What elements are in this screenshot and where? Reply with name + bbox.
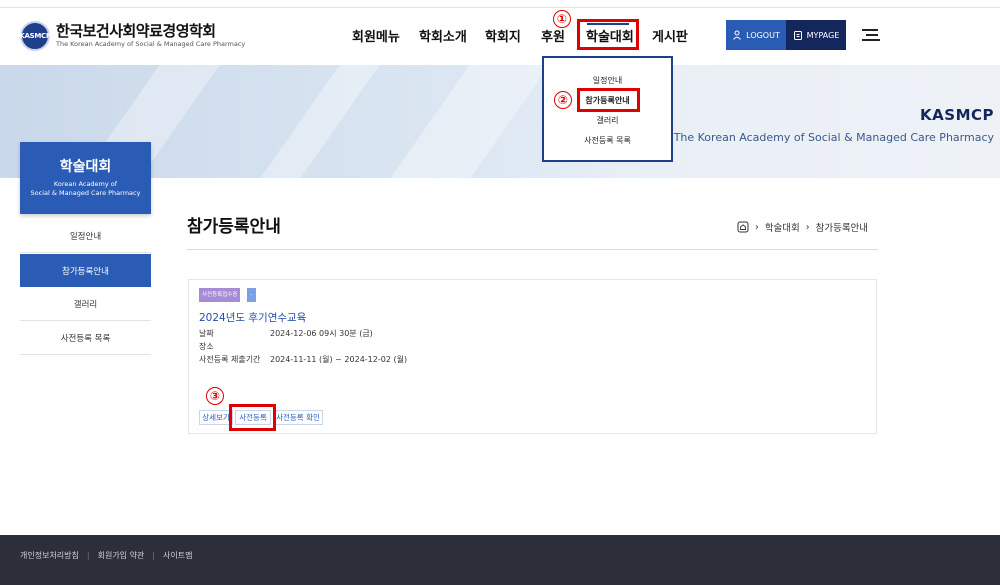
dropdown-item-schedule[interactable]: 일정안내 (544, 75, 671, 86)
registration-highlight-box (577, 88, 640, 112)
status-badge: 사전등록접수중 (199, 288, 241, 302)
nav-item-board[interactable]: 게시판 (652, 26, 688, 45)
sidebar-header: 학술대회 Korean Academy of Social & Managed … (20, 142, 151, 214)
date-value: 2024-12-06 09시 30분 (금) (270, 329, 373, 338)
footer-link-terms[interactable]: 회원가입 약관 (98, 550, 145, 561)
home-icon[interactable] (737, 221, 749, 233)
top-border (0, 0, 1000, 8)
sidebar-subtitle-line2: Social & Managed Care Pharmacy (30, 189, 141, 197)
badge-extra: - (247, 288, 256, 302)
conference-dropdown: 일정안내 참가등록안내 갤러리 사전등록 목록 (542, 56, 673, 162)
sidebar-subtitle-line1: Korean Academy of (53, 180, 118, 188)
clipboard-icon (793, 31, 802, 40)
chevron-right-icon: › (755, 221, 759, 233)
logout-button[interactable]: LOGOUT (726, 20, 786, 50)
breadcrumb-item[interactable]: 학술대회 (765, 220, 800, 234)
footer-link-sitemap[interactable]: 사이트맵 (163, 550, 192, 561)
banner-stripe (260, 65, 380, 178)
place-label: 장소 (199, 342, 214, 351)
sidebar-item-schedule[interactable]: 일정안내 (20, 220, 151, 253)
detail-button[interactable]: 상세보기 (199, 410, 233, 425)
conference-highlight-box (577, 19, 639, 50)
footer-link-privacy[interactable]: 개인정보처리방침 (20, 550, 79, 561)
active-underline (587, 23, 629, 25)
sidebar-item-gallery[interactable]: 갤러리 (20, 288, 151, 321)
footer-links: 개인정보처리방침 | 회원가입 약관 | 사이트맵 (20, 550, 192, 561)
site-logo[interactable]: KASMCP 한국보건사회약료경영학회 The Korean Academy o… (19, 21, 245, 51)
preregister-highlight-box (229, 404, 276, 431)
event-title[interactable]: 2024년도 후기연수교육 (199, 310, 306, 325)
hamburger-menu-icon[interactable] (862, 27, 880, 43)
dropdown-item-gallery[interactable]: 갤러리 (544, 115, 671, 126)
preregister-check-button[interactable]: 사전등록 확인 (273, 410, 323, 425)
logo-emblem: KASMCP (19, 21, 51, 51)
sidebar-item-prereg-list[interactable]: 사전등록 목록 (20, 322, 151, 355)
title-divider (187, 249, 878, 250)
mypage-label: MYPAGE (806, 30, 840, 40)
logo-text: 한국보건사회약료경영학회 The Korean Academy of Socia… (56, 23, 245, 49)
nav-item-sponsor[interactable]: 후원 (541, 26, 565, 45)
footer-separator: | (152, 551, 155, 560)
dropdown-item-prereg-list[interactable]: 사전등록 목록 (544, 135, 671, 146)
banner-stripe (390, 65, 550, 178)
annotation-mark-2: ② (554, 91, 572, 109)
logout-label: LOGOUT (746, 30, 780, 40)
user-icon (733, 30, 742, 40)
logo-subtitle: The Korean Academy of Social & Managed C… (56, 40, 246, 48)
chevron-right-icon: › (805, 221, 810, 233)
period-label: 사전등록 제출기간 (199, 355, 261, 364)
site-header: KASMCP 한국보건사회약료경영학회 The Korean Academy o… (0, 9, 1000, 65)
nav-item-journal[interactable]: 학회지 (485, 26, 521, 45)
page-title: 참가등록안내 (187, 217, 281, 237)
date-label: 날짜 (199, 329, 214, 338)
nav-item-member[interactable]: 회원메뉴 (352, 26, 400, 45)
annotation-mark-3: ③ (206, 387, 224, 405)
sidebar-item-registration[interactable]: 참가등록안내 (20, 254, 151, 287)
nav-item-about[interactable]: 학회소개 (419, 26, 467, 45)
period-value: 2024-11-11 (월) ~ 2024-12-02 (월) (270, 355, 408, 364)
breadcrumb-item: 참가등록안내 (815, 223, 869, 234)
breadcrumb: › 학술대회 › 참가등록안내 (737, 220, 868, 234)
annotation-mark-1: ① (553, 10, 571, 28)
banner-title: KASMCP (920, 106, 994, 124)
logo-title: 한국보건사회약료경영학회 (56, 22, 216, 40)
site-footer: 개인정보처리방침 | 회원가입 약관 | 사이트맵 (0, 535, 1000, 585)
banner-subtitle: The Korean Academy of Social & Managed C… (673, 131, 994, 144)
footer-separator: | (86, 551, 90, 560)
sidebar-title: 학술대회 (59, 159, 112, 175)
mypage-button[interactable]: MYPAGE (786, 20, 846, 50)
